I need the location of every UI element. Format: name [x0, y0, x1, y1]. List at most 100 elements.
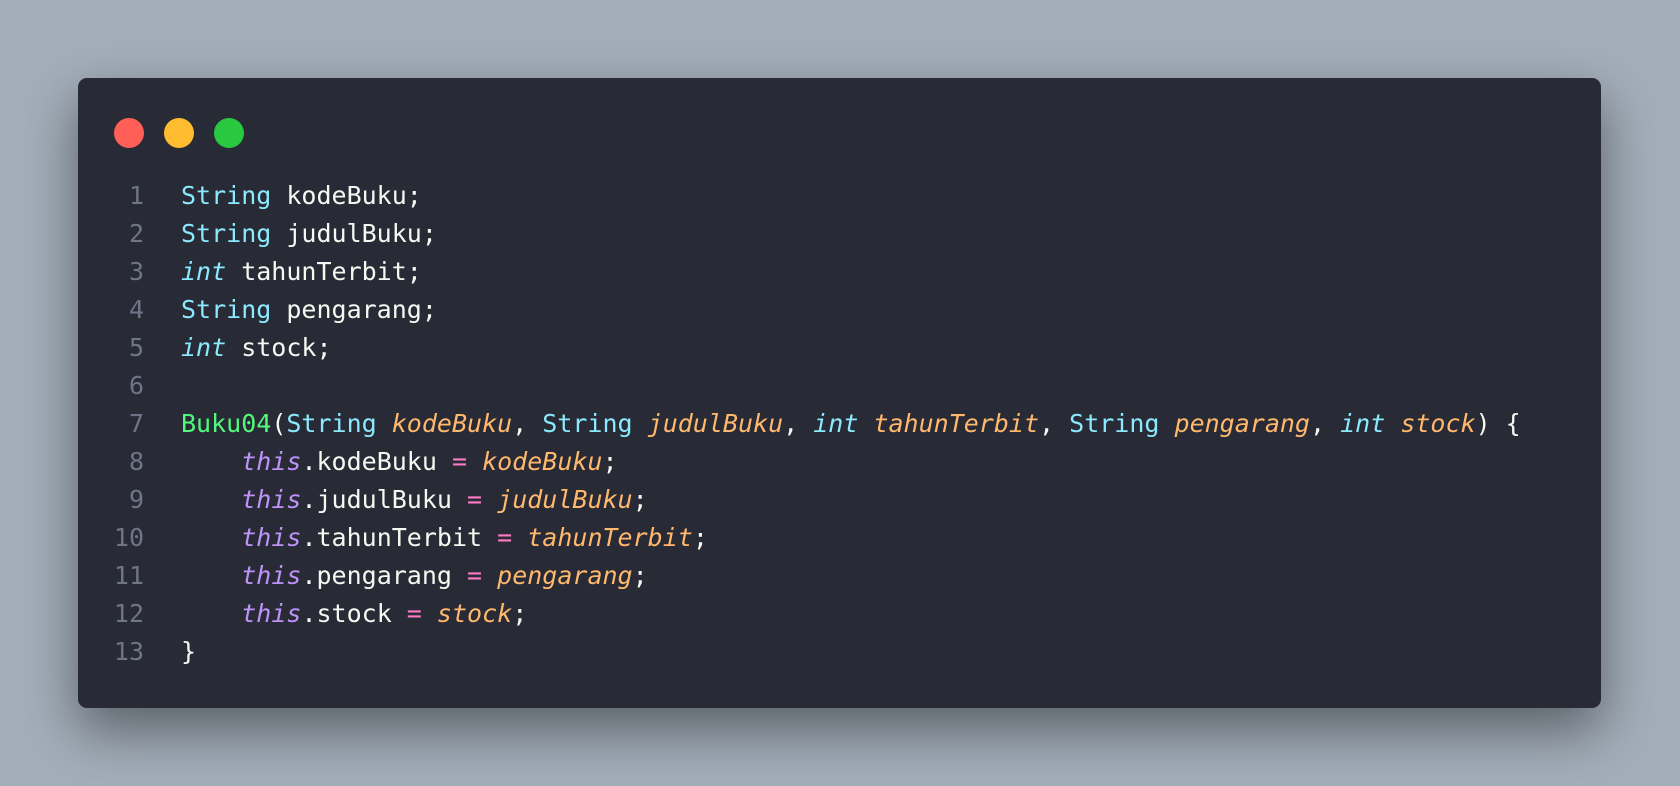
code-token: stock: [436, 599, 513, 628]
code-token: String: [1069, 409, 1160, 438]
line-source: this.judulBuku = judulBuku;: [181, 481, 648, 519]
close-button[interactable]: [114, 118, 144, 148]
code-block: 1 String kodeBuku; 2 String judulBuku; 3 int …: [78, 177, 1521, 671]
line-number: 11: [113, 561, 144, 590]
code-token: =: [467, 485, 483, 514]
code-token: }: [181, 637, 197, 666]
code-line: 13}: [78, 633, 1521, 671]
code-token: stock;: [226, 333, 332, 362]
code-token: .tahunTerbit: [301, 523, 498, 552]
code-window: 1 String kodeBuku; 2 String judulBuku; 3 int …: [78, 78, 1601, 708]
code-line: 10 this.tahunTerbit = tahunTerbit;: [78, 519, 1521, 557]
code-token: judulBuku;: [271, 219, 437, 248]
code-token: String: [181, 295, 272, 324]
code-token: .kodeBuku: [301, 447, 452, 476]
maximize-button[interactable]: [214, 118, 244, 148]
code-token: String: [542, 409, 633, 438]
code-token: this: [241, 561, 302, 590]
line-number: 2: [128, 219, 144, 248]
code-token: ;: [632, 561, 648, 590]
code-token: kodeBuku: [482, 447, 603, 476]
code-token: int: [181, 257, 227, 286]
code-token: =: [497, 523, 513, 552]
code-line: 6: [78, 367, 1521, 405]
line-number: 13: [113, 637, 144, 666]
code-line: 11 this.pengarang = pengarang;: [78, 557, 1521, 595]
line-source: int stock;: [181, 329, 332, 367]
code-token: judulBuku: [647, 409, 784, 438]
code-token: String: [286, 409, 377, 438]
code-token: int: [813, 409, 859, 438]
code-token: .stock: [301, 599, 407, 628]
code-token: kodeBuku: [391, 409, 513, 438]
window-controls: [114, 118, 244, 148]
code-line: 5 int stock;: [78, 329, 1521, 367]
code-token: ;: [632, 485, 648, 514]
code-token: ;: [692, 523, 708, 552]
code-token: int: [1340, 409, 1386, 438]
code-line: 8 this.kodeBuku = kodeBuku;: [78, 443, 1521, 481]
line-source: this.pengarang = pengarang;: [181, 557, 648, 595]
code-token: ,: [1309, 409, 1341, 438]
line-number: 7: [128, 409, 144, 438]
code-token: .pengarang: [301, 561, 468, 590]
code-token: this: [241, 523, 302, 552]
line-source: String judulBuku;: [181, 215, 437, 253]
line-source: int tahunTerbit;: [181, 253, 422, 291]
line-source: }: [181, 633, 196, 671]
code-token: tahunTerbit: [873, 409, 1040, 438]
code-token: ;: [602, 447, 618, 476]
code-token: this: [241, 485, 302, 514]
code-token: pengarang;: [271, 295, 437, 324]
code-token: ;: [512, 599, 528, 628]
code-token: this: [241, 447, 302, 476]
line-number: 4: [128, 295, 144, 324]
line-number: 5: [128, 333, 144, 362]
code-token: kodeBuku;: [271, 181, 422, 210]
line-number: 9: [128, 485, 144, 514]
code-token: ,: [1039, 409, 1070, 438]
code-token: Buku04: [181, 409, 272, 438]
line-source: String kodeBuku;: [181, 177, 422, 215]
code-line: 1 String kodeBuku;: [78, 177, 1521, 215]
line-source: this.kodeBuku = kodeBuku;: [181, 443, 618, 481]
line-number: 3: [128, 257, 144, 286]
code-token: tahunTerbit;: [226, 257, 422, 286]
code-token: =: [467, 561, 483, 590]
line-source: this.stock = stock;: [181, 595, 527, 633]
code-line: 9 this.judulBuku = judulBuku;: [78, 481, 1521, 519]
line-number: 10: [113, 523, 144, 552]
code-token: judulBuku: [497, 485, 633, 514]
code-token: stock: [1400, 409, 1476, 438]
line-number: 8: [128, 447, 144, 476]
line-source: this.tahunTerbit = tahunTerbit;: [181, 519, 708, 557]
code-line: 3 int tahunTerbit;: [78, 253, 1521, 291]
code-token: this: [241, 599, 302, 628]
code-line: 4 String pengarang;: [78, 291, 1521, 329]
code-token: String: [181, 219, 272, 248]
code-token: ,: [512, 409, 543, 438]
line-source: String pengarang;: [181, 291, 437, 329]
line-number: 1: [128, 181, 144, 210]
code-token: pengarang: [1174, 409, 1310, 438]
code-token: ,: [783, 409, 814, 438]
code-token: int: [181, 333, 227, 362]
code-token: =: [451, 447, 468, 476]
code-line: 2 String judulBuku;: [78, 215, 1521, 253]
code-token: tahunTerbit: [527, 523, 693, 552]
code-token: =: [406, 599, 422, 628]
minimize-button[interactable]: [164, 118, 194, 148]
